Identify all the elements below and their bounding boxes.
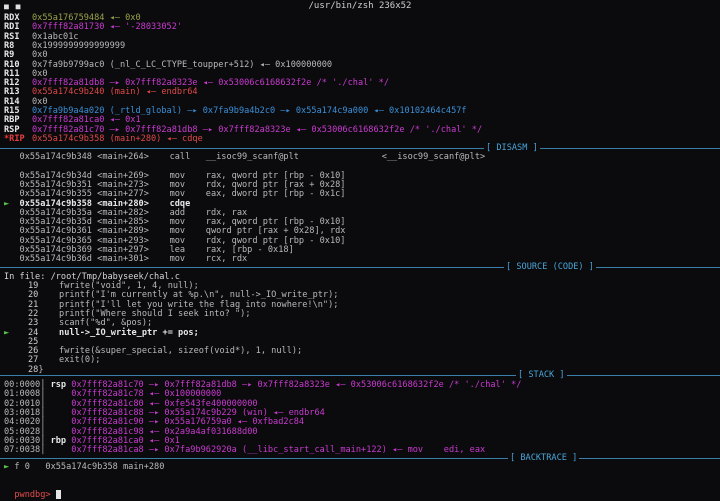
terminal-titlebar: ■ ■ /usr/bin/zsh 236x52 (0, 0, 720, 12)
command-line[interactable]: pwndbg> (4, 479, 61, 500)
instruction-text: 0x55a174c9b348 <main+264> call __isoc99_… (19, 152, 486, 162)
disasm-line: 0x55a174c9b348 <main+264> call __isoc99_… (4, 152, 486, 163)
backtrace-label: [ BACKTRACE ] (508, 453, 580, 463)
register-value: 0x7fa9b9799ac0 (_nl_C_LC_CTYPE_toupper+5… (32, 59, 333, 70)
register-value: 0x55a174c9b240 (main) ◂— endbr64 (32, 87, 198, 98)
source-label: [ SOURCE (CODE) ] (504, 262, 596, 272)
source-code: null->_IO_write_ptr += pos; (38, 327, 199, 338)
pwndbg-prompt: pwndbg> (14, 490, 56, 500)
source-code: exit(0); (38, 355, 101, 366)
backtrace-frame: ► f 0 0x55a174c9b358 main+280 (4, 462, 164, 473)
stack-label: [ STACK ] (516, 370, 567, 380)
register-row: R10 0x7fa9b9799ac0 (_nl_C_LC_CTYPE_toupp… (4, 60, 332, 71)
stack-separator: [ STACK ] (0, 370, 720, 380)
frame-marker: ► (4, 462, 15, 472)
disasm-label: [ DISASM ] (484, 143, 540, 153)
text-cursor[interactable] (55, 490, 61, 499)
source-separator: [ SOURCE (CODE) ] (0, 262, 720, 272)
frame-text: f 0 0x55a174c9b358 main+280 (14, 462, 165, 472)
window-title: /usr/bin/zsh 236x52 (308, 1, 412, 11)
